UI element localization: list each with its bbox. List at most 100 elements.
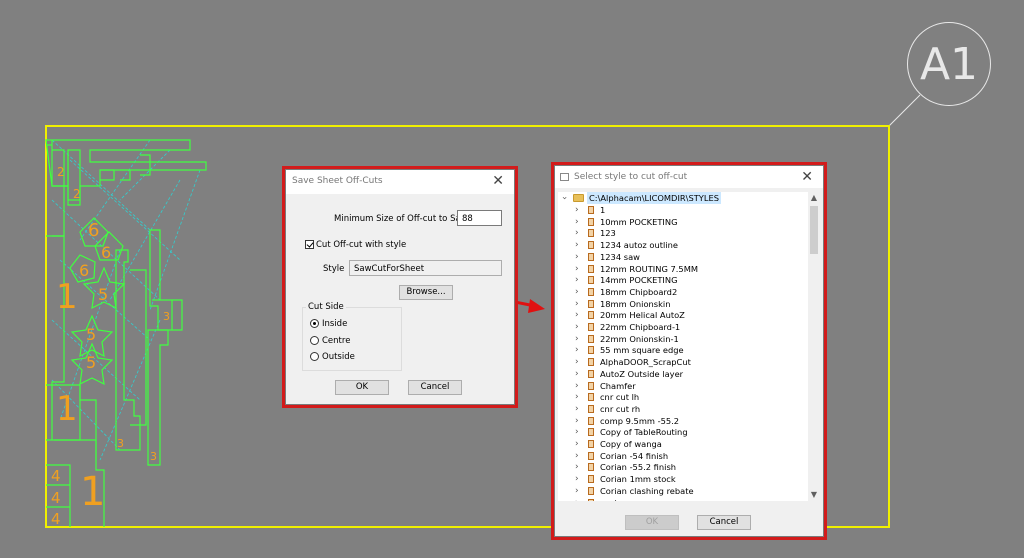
tree-item[interactable]: › 1234 saw [558, 251, 808, 263]
chevron-right-icon[interactable]: › [575, 461, 579, 473]
chevron-right-icon[interactable]: › [575, 204, 579, 216]
tree-item[interactable]: › AutoZ Outside layer [558, 368, 808, 380]
save-offcuts-titlebar: Save Sheet Off-Cuts ✕ [286, 170, 514, 194]
tree-item[interactable]: › 1234 autoz outline [558, 239, 808, 251]
browse-button[interactable]: Browse... [399, 285, 453, 300]
tree-item[interactable]: › cnr cut rh [558, 403, 808, 415]
chevron-right-icon[interactable]: › [575, 344, 579, 356]
chevron-right-icon[interactable]: › [575, 450, 579, 462]
style-icon [588, 276, 594, 285]
tree-scrollbar[interactable]: ▲ ▼ [808, 192, 820, 501]
tree-root[interactable]: › C:\Alphacam\LICOMDIR\STYLES [558, 192, 808, 204]
tree-item-label: AlphaDOOR_ScrapCut [600, 357, 691, 368]
cut-side-centre-radio[interactable] [310, 336, 319, 345]
tree-item[interactable]: › 55 mm square edge [558, 344, 808, 356]
chevron-right-icon[interactable]: › [575, 403, 579, 415]
tree-item[interactable]: › Copy of wanga [558, 438, 808, 450]
tree-item[interactable]: › Copy of TableRouting [558, 426, 808, 438]
chevron-right-icon[interactable]: › [575, 298, 579, 310]
style-icon [588, 217, 594, 226]
style-icon [588, 393, 594, 402]
chevron-right-icon[interactable]: › [575, 309, 579, 321]
tree-item-label: 10mm POCKETING [600, 216, 678, 227]
tree-item[interactable]: › Corian 1mm stock [558, 473, 808, 485]
cancel-button[interactable]: Cancel [697, 515, 751, 530]
style-icon [588, 404, 594, 413]
style-icon [588, 440, 594, 448]
cut-side-inside-label: Inside [322, 319, 348, 329]
scroll-thumb[interactable] [810, 206, 818, 254]
folder-icon [573, 194, 584, 202]
cancel-button[interactable]: Cancel [408, 380, 462, 395]
tree-item[interactable]: › 18mm Onionskin [558, 298, 808, 310]
chevron-right-icon[interactable]: › [575, 263, 579, 275]
close-icon[interactable]: ✕ [492, 173, 504, 189]
tree-item[interactable]: › AlphaDOOR_ScrapCut [558, 356, 808, 368]
style-label: Style [323, 264, 345, 274]
chevron-right-icon[interactable]: › [575, 497, 579, 502]
save-offcuts-title: Save Sheet Off-Cuts [292, 176, 383, 186]
cut-with-style-checkbox[interactable] [305, 240, 314, 249]
style-icon [588, 241, 594, 250]
tree-item[interactable]: › comp 9.5mm -55.2 [558, 415, 808, 427]
tree-item-label: 1234 autoz outline [600, 240, 678, 251]
tree-item[interactable]: › 22mm Chipboard-1 [558, 321, 808, 333]
tree-item[interactable]: › Chamfer [558, 380, 808, 392]
style-icon [588, 206, 594, 214]
tree-item[interactable]: › Corian clashing rebate [558, 485, 808, 497]
tree-item[interactable]: › cnr cut lh [558, 391, 808, 403]
tree-item-label: 18mm Chipboard2 [600, 286, 678, 297]
chevron-right-icon[interactable]: › [575, 391, 579, 403]
tree-item-label: Corian -54 finish [600, 450, 669, 461]
min-size-input[interactable]: 88 [457, 210, 502, 226]
tree-item[interactable]: › 1 [558, 204, 808, 216]
chevron-right-icon[interactable]: › [575, 356, 579, 368]
cut-side-outside-radio[interactable] [310, 352, 319, 361]
style-icon [588, 463, 594, 472]
tree-item[interactable]: › 20mm Helical AutoZ [558, 309, 808, 321]
chevron-right-icon[interactable]: › [575, 438, 579, 450]
close-icon[interactable]: ✕ [801, 169, 813, 185]
style-icon [588, 229, 594, 238]
chevron-right-icon[interactable]: › [575, 380, 579, 392]
save-offcuts-dialog-highlight: Save Sheet Off-Cuts ✕ Minimum Size of Of… [282, 166, 518, 408]
chevron-right-icon[interactable]: › [575, 415, 579, 427]
chevron-right-icon[interactable]: › [575, 485, 579, 497]
scroll-up-icon[interactable]: ▲ [808, 192, 820, 204]
tree-item[interactable]: › 10mm POCKETING [558, 216, 808, 228]
tree-item[interactable]: › coving groove [558, 497, 808, 502]
tree-item[interactable]: › Corian -54 finish [558, 450, 808, 462]
tree-item[interactable]: › Corian -55.2 finish [558, 461, 808, 473]
chevron-right-icon[interactable]: › [575, 239, 579, 251]
style-icon [588, 358, 594, 367]
chevron-down-icon[interactable]: › [558, 196, 570, 200]
chevron-right-icon[interactable]: › [575, 426, 579, 438]
tree-item[interactable]: › 18mm Chipboard2 [558, 286, 808, 298]
chevron-right-icon[interactable]: › [575, 368, 579, 380]
tree-item-label: 55 mm square edge [600, 345, 684, 356]
select-style-dialog-highlight: Select style to cut off-cut ✕ › C:\Alpha… [551, 162, 827, 540]
style-tree[interactable]: › C:\Alphacam\LICOMDIR\STYLES › 1 › 10mm PO… [558, 192, 808, 501]
cut-side-inside-radio[interactable] [310, 319, 319, 328]
ok-button[interactable]: OK [625, 515, 679, 530]
scroll-down-icon[interactable]: ▼ [808, 489, 820, 501]
chevron-right-icon[interactable]: › [575, 321, 579, 333]
chevron-right-icon[interactable]: › [575, 251, 579, 263]
tree-item-label: comp 9.5mm -55.2 [600, 415, 680, 426]
tree-item[interactable]: › 22mm Onionskin-1 [558, 333, 808, 345]
chevron-right-icon[interactable]: › [575, 473, 579, 485]
chevron-right-icon[interactable]: › [575, 333, 579, 345]
ok-button[interactable]: OK [335, 380, 389, 395]
tree-item[interactable]: › 12mm ROUTING 7.5MM [558, 263, 808, 275]
chevron-right-icon[interactable]: › [575, 227, 579, 239]
chevron-right-icon[interactable]: › [575, 286, 579, 298]
tree-item-label: coving groove [600, 497, 659, 502]
chevron-right-icon[interactable]: › [575, 216, 579, 228]
chevron-right-icon[interactable]: › [575, 274, 579, 286]
style-icon [588, 346, 594, 355]
tree-item[interactable]: › 123 [558, 227, 808, 239]
tree-item-label: 20mm Helical AutoZ [600, 310, 685, 321]
cut-side-centre-label: Centre [322, 336, 351, 346]
tree-item-label: 12mm ROUTING 7.5MM [600, 263, 699, 274]
tree-item[interactable]: › 14mm POCKETING [558, 274, 808, 286]
